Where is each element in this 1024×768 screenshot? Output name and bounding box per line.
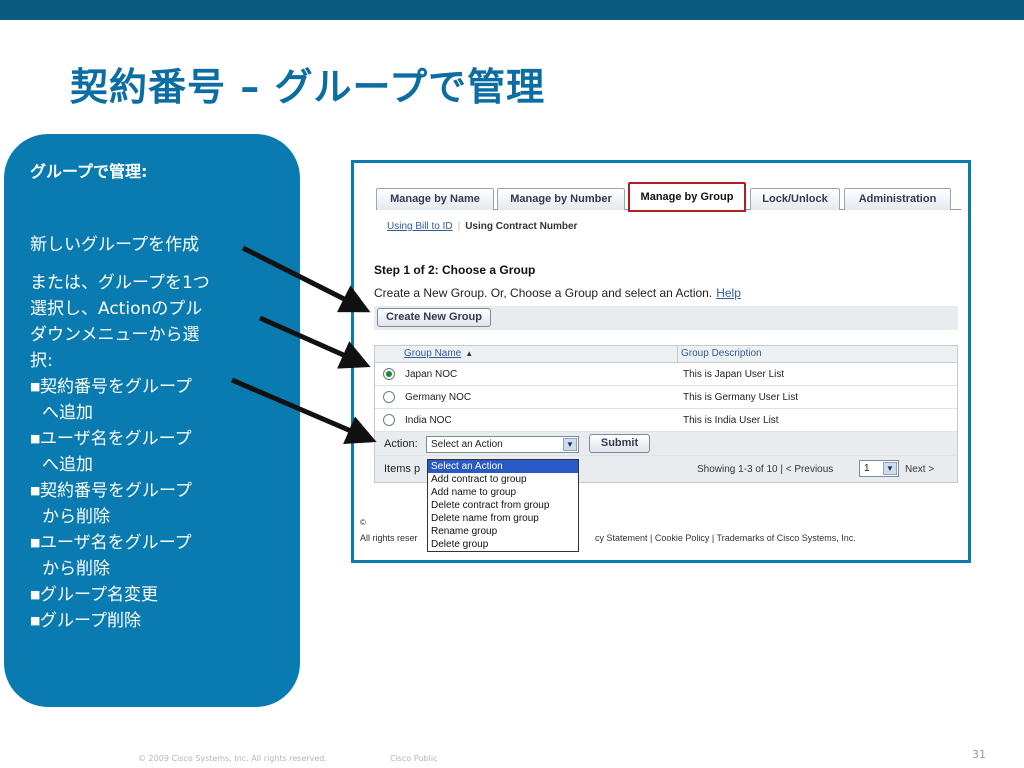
create-new-group-button[interactable]: Create New Group <box>377 308 491 327</box>
dropdown-option[interactable]: Add contract to group <box>428 473 578 486</box>
step-description: Create a New Group. Or, Choose a Group a… <box>374 286 741 300</box>
subnav-bill-to-id-link[interactable]: Using Bill to ID <box>387 221 453 232</box>
bullet-delete-name: ■ユーザ名をグループ から削除 <box>30 530 300 582</box>
screenshot-footer-rights: All rights reser <box>360 533 418 543</box>
dropdown-option[interactable]: Select an Action <box>428 460 578 473</box>
top-bar <box>0 0 1024 20</box>
items-per-page-label: Items p <box>384 463 421 475</box>
row-radio[interactable] <box>383 391 395 403</box>
bullet-add-name: ■ユーザ名をグループ へ追加 <box>30 426 300 478</box>
step-title: Step 1 of 2: Choose a Group <box>374 263 536 277</box>
next-page-link[interactable]: Next > <box>905 464 934 475</box>
bullet-add-contract: ■契約番号をグループ へ追加 <box>30 374 300 426</box>
slide-title: 契約番号 – グループで管理 <box>70 65 546 109</box>
table-row[interactable]: Japan NOC This is Japan User List <box>375 363 957 386</box>
table-row[interactable]: Germany NOC This is Germany User List <box>375 386 957 409</box>
bullet-marker: ■ <box>30 588 41 601</box>
side-panel: グループで管理: 新しいグループを作成 または、グループを1つ 選択し、Acti… <box>4 134 300 707</box>
dropdown-option[interactable]: Rename group <box>428 525 578 538</box>
panel-line-select-1: または、グループを1つ <box>30 273 210 293</box>
chevron-down-icon[interactable]: ▼ <box>563 438 577 451</box>
submit-button[interactable]: Submit <box>589 434 650 453</box>
table-row[interactable]: India NOC This is India User List <box>375 409 957 432</box>
dropdown-option[interactable]: Delete contract from group <box>428 499 578 512</box>
action-dropdown-list: Select an Action Add contract to group A… <box>427 459 579 552</box>
row-radio[interactable] <box>383 414 395 426</box>
dropdown-option[interactable]: Delete group <box>428 538 578 551</box>
bullet-marker: ■ <box>30 614 41 627</box>
row-radio-selected[interactable] <box>383 368 395 380</box>
dropdown-option[interactable]: Add name to group <box>428 486 578 499</box>
help-link[interactable]: Help <box>716 286 741 300</box>
page-select[interactable]: 1 ▼ <box>859 460 899 477</box>
showing-text[interactable]: Showing 1-3 of 10 | < Previous <box>697 464 833 475</box>
chevron-down-icon[interactable]: ▼ <box>883 462 897 475</box>
action-select[interactable]: Select an Action ▼ <box>426 436 579 453</box>
column-group-name[interactable]: Group Name ▲ <box>404 348 473 359</box>
tab-lock-unlock[interactable]: Lock/Unlock <box>750 188 840 210</box>
tab-administration[interactable]: Administration <box>844 188 951 210</box>
bullet-marker: ■ <box>30 484 41 497</box>
slide-page-number: 31 <box>972 748 986 761</box>
bullet-marker: ■ <box>30 432 41 445</box>
bullet-rename-group: ■グループ名変更 <box>30 582 300 608</box>
bullet-delete-contract: ■契約番号をグループ から削除 <box>30 478 300 530</box>
bullet-marker: ■ <box>30 380 41 393</box>
panel-line-select-4: 択: <box>30 351 53 371</box>
tab-manage-by-number[interactable]: Manage by Number <box>497 188 625 210</box>
subnav-current: Using Contract Number <box>465 221 578 232</box>
slide-footer-classification: Cisco Public <box>390 754 438 763</box>
tab-manage-by-group[interactable]: Manage by Group <box>628 182 746 212</box>
screenshot-footer-copyright: © <box>360 518 366 527</box>
embedded-screenshot: Manage by Name Manage by Number Manage b… <box>351 160 971 563</box>
column-group-description: Group Description <box>681 348 762 359</box>
bullet-delete-group: ■グループ削除 <box>30 608 300 634</box>
tab-manage-by-name[interactable]: Manage by Name <box>376 188 494 210</box>
sort-ascending-icon: ▲ <box>465 349 474 358</box>
panel-heading: グループで管理: <box>30 162 148 181</box>
action-bar: Action: Select an Action ▼ Submit <box>375 432 957 456</box>
action-label: Action: <box>384 438 418 450</box>
dropdown-option[interactable]: Delete name from group <box>428 512 578 525</box>
subnav: Using Bill to ID | Using Contract Number <box>387 221 578 232</box>
tab-bar: Manage by Name Manage by Number Manage b… <box>376 182 961 212</box>
screenshot-footer-links[interactable]: cy Statement | Cookie Policy | Trademark… <box>595 533 856 543</box>
bullet-marker: ■ <box>30 536 41 549</box>
panel-line-select-2: 選択し、Actionのプル <box>30 299 203 319</box>
panel-line-select-3: ダウンメニューから選 <box>30 325 200 345</box>
table-header: Group Name ▲ Group Description <box>375 346 957 363</box>
slide-footer-copyright: © 2009 Cisco Systems, Inc. All rights re… <box>138 754 327 763</box>
create-toolbar: Create New Group <box>374 306 958 330</box>
panel-line-create: 新しいグループを作成 <box>30 235 199 255</box>
